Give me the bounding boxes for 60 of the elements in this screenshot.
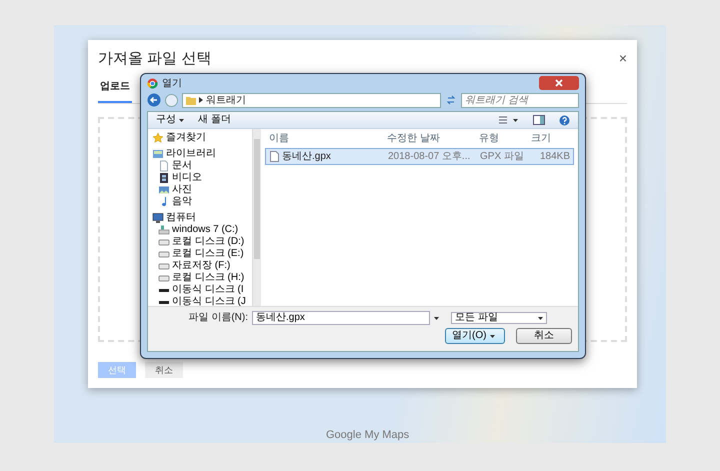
computer-icon bbox=[152, 212, 164, 224]
nav-item[interactable]: 로컬 디스크 (H:) bbox=[158, 272, 252, 284]
star-icon bbox=[152, 132, 164, 144]
caret-icon bbox=[179, 118, 184, 122]
column-header[interactable]: 수정한 날짜 bbox=[387, 131, 479, 145]
scrollbar[interactable] bbox=[252, 129, 261, 306]
library-icon bbox=[152, 148, 164, 160]
system-drive-icon bbox=[158, 224, 170, 236]
nav-item[interactable]: 음악 bbox=[158, 196, 252, 208]
nav-item[interactable]: 이동식 디스크 (J bbox=[158, 296, 252, 308]
address-bar[interactable]: 워트래기 bbox=[182, 92, 441, 108]
toolbar-button[interactable]: 구성 bbox=[156, 114, 184, 126]
nav-item[interactable]: windows 7 (C:) bbox=[158, 224, 252, 236]
field-label: 파일 이름(N): bbox=[188, 312, 248, 324]
nav-item[interactable]: 컴퓨터 bbox=[152, 212, 252, 224]
caret-icon bbox=[490, 334, 496, 338]
breadcrumb[interactable]: 워트래기 bbox=[206, 93, 246, 107]
tab[interactable]: 업로드 bbox=[98, 79, 132, 103]
column-header[interactable]: 이름 bbox=[269, 131, 387, 145]
document-icon bbox=[158, 160, 170, 172]
help-icon[interactable] bbox=[559, 114, 570, 126]
search-field[interactable]: 워트래기 검색 bbox=[461, 92, 579, 108]
close-icon[interactable] bbox=[539, 76, 579, 90]
nav-item[interactable]: 로컬 디스크 (E:) bbox=[158, 248, 252, 260]
close-button[interactable]: × bbox=[618, 50, 627, 66]
photo-icon bbox=[158, 184, 170, 196]
cancel-button[interactable]: 취소 bbox=[145, 362, 183, 378]
dialog-title: 가져올 파일 선택 bbox=[98, 48, 212, 68]
browser-logo-icon bbox=[147, 78, 158, 88]
file-type-dropdown[interactable]: 모든 파일 bbox=[451, 312, 547, 324]
window-title: 열기 bbox=[162, 77, 183, 90]
open-button[interactable]: 열기(O) bbox=[445, 328, 505, 344]
caret-icon[interactable] bbox=[434, 316, 439, 320]
file-icon bbox=[270, 151, 279, 162]
nav-item[interactable]: 로컬 디스크 (D:) bbox=[158, 236, 252, 248]
column-header[interactable]: 크기 bbox=[531, 131, 574, 145]
cancel-button[interactable]: 취소 bbox=[516, 328, 572, 344]
map-logo: Google My Maps bbox=[326, 429, 410, 441]
caret-icon bbox=[538, 316, 543, 320]
view-options-icon[interactable] bbox=[499, 115, 519, 125]
toolbar-button[interactable]: 새 폴더 bbox=[198, 114, 231, 126]
file-row[interactable]: 동네산.gpx 2018-08-07 오후... GPX 파일 184KB bbox=[265, 148, 574, 165]
folder-icon bbox=[186, 96, 196, 104]
nav-item[interactable]: 사진 bbox=[158, 184, 252, 196]
chevron-icon bbox=[199, 97, 203, 103]
preview-pane-icon[interactable] bbox=[533, 115, 545, 125]
nav-item[interactable]: 문서 bbox=[158, 160, 252, 172]
column-header[interactable]: 유형 bbox=[479, 131, 531, 145]
nav-item[interactable]: 즐겨찾기 bbox=[152, 132, 252, 144]
nav-item[interactable]: 이동식 디스크 (I bbox=[158, 284, 252, 296]
refresh-icon[interactable] bbox=[445, 94, 457, 106]
file-name: 동네산.gpx bbox=[282, 150, 331, 163]
file-size: 184KB bbox=[538, 150, 570, 163]
filename-field[interactable]: 동네산.gpx bbox=[252, 311, 430, 325]
file-date: 2018-08-07 오후... bbox=[388, 150, 472, 163]
file-type: GPX 파일 bbox=[480, 150, 525, 163]
nav-item[interactable]: 라이브러리 bbox=[152, 148, 252, 160]
film-icon bbox=[158, 172, 170, 184]
nav-item[interactable]: 비디오 bbox=[158, 172, 252, 184]
nav-item[interactable]: 자료저장 (F:) bbox=[158, 260, 252, 272]
